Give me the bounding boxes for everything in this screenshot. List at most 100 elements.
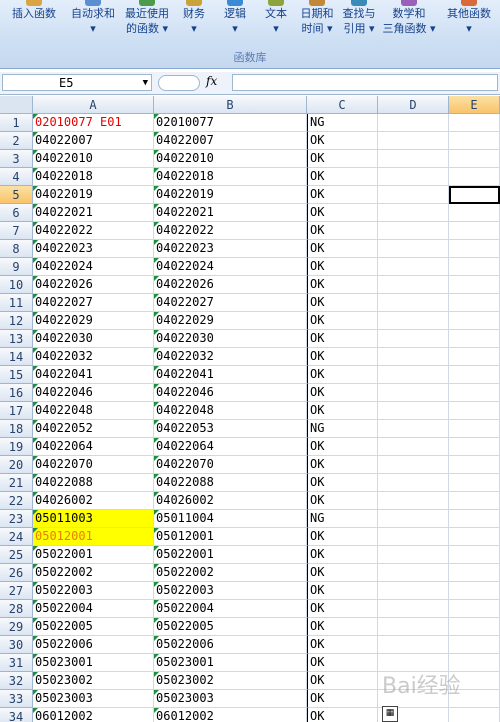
cell-c[interactable]: OK xyxy=(307,240,378,258)
cell-d[interactable] xyxy=(378,150,449,168)
row-header[interactable]: 34 xyxy=(0,708,33,722)
row-header[interactable]: 11 xyxy=(0,294,33,312)
cell-d[interactable] xyxy=(378,330,449,348)
cell-c[interactable]: OK xyxy=(307,582,378,600)
row-header[interactable]: 23 xyxy=(0,510,33,528)
row-header[interactable]: 4 xyxy=(0,168,33,186)
cell-d[interactable] xyxy=(378,456,449,474)
row-header[interactable]: 16 xyxy=(0,384,33,402)
ribbon-button-1[interactable]: 自动求和 ▾ xyxy=(66,0,120,48)
cell-c[interactable]: OK xyxy=(307,258,378,276)
cell-c[interactable]: OK xyxy=(307,492,378,510)
cell-e[interactable] xyxy=(449,348,500,366)
cell-d[interactable] xyxy=(378,618,449,636)
row-header[interactable]: 28 xyxy=(0,600,33,618)
cell-e[interactable] xyxy=(449,564,500,582)
cell-a[interactable]: 05023001 xyxy=(33,654,154,672)
cell-c[interactable]: OK xyxy=(307,222,378,240)
cell-b[interactable]: 04026002 xyxy=(154,492,307,510)
cell-e[interactable] xyxy=(449,258,500,276)
cell-a[interactable]: 05011003 xyxy=(33,510,154,528)
cell-d[interactable] xyxy=(378,168,449,186)
cell-b[interactable]: 04022032 xyxy=(154,348,307,366)
row-header[interactable]: 20 xyxy=(0,456,33,474)
cell-e[interactable] xyxy=(449,276,500,294)
cell-d[interactable] xyxy=(378,600,449,618)
cell-b[interactable]: 04022021 xyxy=(154,204,307,222)
cell-c[interactable]: OK xyxy=(307,654,378,672)
cell-e[interactable] xyxy=(449,510,500,528)
row-header[interactable]: 7 xyxy=(0,222,33,240)
row-header[interactable]: 17 xyxy=(0,402,33,420)
cell-c[interactable]: OK xyxy=(307,294,378,312)
cell-e[interactable] xyxy=(449,582,500,600)
name-box-dropdown-icon[interactable]: ▼ xyxy=(143,75,148,92)
cell-a[interactable]: 04022010 xyxy=(33,150,154,168)
cell-a[interactable]: 04022030 xyxy=(33,330,154,348)
ribbon-button-4[interactable]: 逻辑 ▾ xyxy=(216,0,254,48)
cell-a[interactable]: 04022018 xyxy=(33,168,154,186)
cell-a[interactable]: 04022019 xyxy=(33,186,154,204)
cell-d[interactable] xyxy=(378,402,449,420)
cell-b[interactable]: 04022053 xyxy=(154,420,307,438)
cell-e[interactable] xyxy=(449,204,500,222)
cell-e[interactable] xyxy=(449,636,500,654)
row-header[interactable]: 27 xyxy=(0,582,33,600)
cell-c[interactable]: OK xyxy=(307,384,378,402)
row-header[interactable]: 12 xyxy=(0,312,33,330)
cell-e[interactable] xyxy=(449,312,500,330)
cell-c[interactable]: OK xyxy=(307,312,378,330)
cell-a[interactable]: 04022041 xyxy=(33,366,154,384)
cell-e[interactable] xyxy=(449,240,500,258)
cell-e[interactable] xyxy=(449,366,500,384)
cell-d[interactable] xyxy=(378,258,449,276)
active-cell[interactable] xyxy=(449,186,500,204)
cell-a[interactable]: 04022026 xyxy=(33,276,154,294)
cell-b[interactable]: 05023003 xyxy=(154,690,307,708)
cell-b[interactable]: 04022029 xyxy=(154,312,307,330)
cell-b[interactable]: 04022019 xyxy=(154,186,307,204)
cell-b[interactable]: 04022027 xyxy=(154,294,307,312)
cell-d[interactable] xyxy=(378,420,449,438)
ribbon-button-9[interactable]: 其他函数 ▾ xyxy=(440,0,498,48)
cell-c[interactable]: OK xyxy=(307,132,378,150)
cell-d[interactable] xyxy=(378,528,449,546)
cell-a[interactable]: 05012001 xyxy=(33,528,154,546)
cell-e[interactable] xyxy=(449,168,500,186)
cell-b[interactable]: 04022048 xyxy=(154,402,307,420)
cell-a[interactable]: 02010077 E01 xyxy=(33,114,154,132)
cell-d[interactable] xyxy=(378,186,449,204)
cell-a[interactable]: 04022024 xyxy=(33,258,154,276)
cell-d[interactable] xyxy=(378,438,449,456)
cell-c[interactable]: OK xyxy=(307,528,378,546)
cell-b[interactable]: 04022064 xyxy=(154,438,307,456)
cell-a[interactable]: 04022032 xyxy=(33,348,154,366)
cell-b[interactable]: 05023002 xyxy=(154,672,307,690)
column-header-d[interactable]: D xyxy=(378,96,449,114)
column-header-b[interactable]: B xyxy=(154,96,307,114)
cell-c[interactable]: OK xyxy=(307,330,378,348)
ribbon-button-8[interactable]: 数学和 三角函数 ▾ xyxy=(380,0,438,48)
ribbon-button-2[interactable]: 最近使用 的函数 ▾ xyxy=(121,0,173,48)
cell-d[interactable] xyxy=(378,222,449,240)
cell-c[interactable]: OK xyxy=(307,456,378,474)
row-header[interactable]: 18 xyxy=(0,420,33,438)
name-box[interactable]: E5 ▼ xyxy=(2,74,152,91)
cell-e[interactable] xyxy=(449,708,500,722)
cell-b[interactable]: 02010077 xyxy=(154,114,307,132)
cell-d[interactable] xyxy=(378,636,449,654)
cell-a[interactable]: 05022001 xyxy=(33,546,154,564)
cell-c[interactable]: OK xyxy=(307,546,378,564)
cell-a[interactable]: 04022023 xyxy=(33,240,154,258)
cell-b[interactable]: 05022006 xyxy=(154,636,307,654)
cell-c[interactable]: OK xyxy=(307,618,378,636)
cell-d[interactable] xyxy=(378,366,449,384)
cell-a[interactable]: 04022064 xyxy=(33,438,154,456)
row-header[interactable]: 32 xyxy=(0,672,33,690)
row-header[interactable]: 30 xyxy=(0,636,33,654)
cell-a[interactable]: 04022021 xyxy=(33,204,154,222)
cell-d[interactable] xyxy=(378,384,449,402)
cell-b[interactable]: 06012002 xyxy=(154,708,307,722)
cell-e[interactable] xyxy=(449,492,500,510)
cell-b[interactable]: 04022070 xyxy=(154,456,307,474)
